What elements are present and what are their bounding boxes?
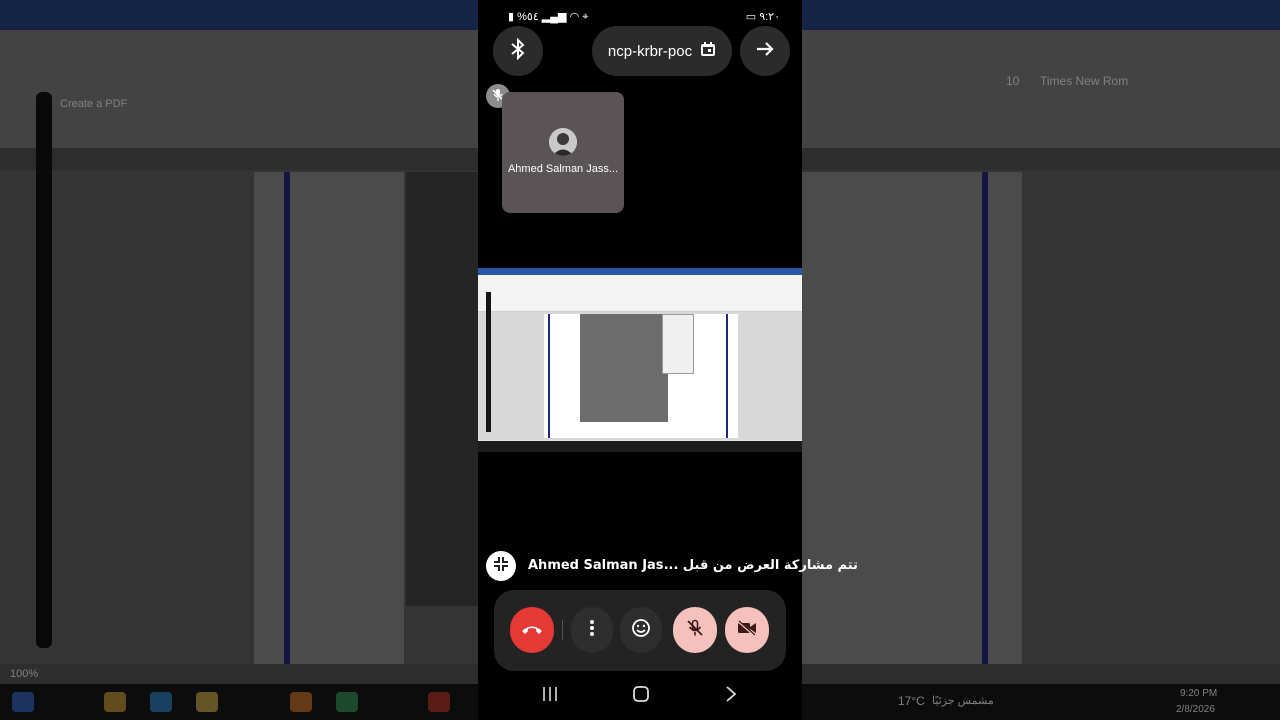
- share-banner: تتم مشاركة العرض من قبل ...Ahmed Salman …: [486, 551, 858, 581]
- signal-icon: ▂▄▆: [541, 11, 567, 23]
- exit-fullscreen-button[interactable]: [486, 551, 516, 581]
- recent-apps-icon: [541, 686, 559, 707]
- battery-percent: %٥٤: [517, 11, 539, 23]
- participant-name: Ahmed Salman Jass...: [507, 163, 619, 175]
- arrow-button[interactable]: [740, 26, 790, 76]
- android-nav-bar: [478, 680, 802, 712]
- shared-screen-view: [478, 268, 802, 452]
- call-controls-panel: [494, 590, 786, 671]
- back-button[interactable]: [716, 684, 746, 708]
- shared-page-border-left: [548, 314, 550, 438]
- avatar: [549, 128, 577, 156]
- phone-screen: ▮ %٥٤ ▂▄▆ ◠ ⌖ ▭ ٩:٢٠ ncp-krbr-poc Ahmed …: [478, 0, 858, 720]
- arrow-right-icon: [755, 39, 775, 63]
- shared-ribbon: [478, 275, 802, 312]
- shared-taskbar: [478, 441, 802, 452]
- home-icon: [632, 685, 650, 708]
- shared-sidebar: [486, 292, 491, 432]
- camera-status-icon: ▭: [745, 11, 757, 23]
- shared-diagram: [662, 314, 694, 374]
- end-call-button[interactable]: [510, 607, 554, 653]
- wifi-icon: ◠: [569, 11, 580, 23]
- phone-hangup-icon: [521, 621, 543, 640]
- mic-off-icon: [686, 619, 704, 641]
- camera-toggle-button[interactable]: [725, 607, 769, 653]
- recent-apps-button[interactable]: [535, 684, 565, 708]
- shared-page-border-right: [726, 314, 728, 438]
- controls-divider: [562, 620, 563, 640]
- home-button[interactable]: [626, 684, 656, 708]
- meeting-code: ncp-krbr-poc: [607, 42, 693, 60]
- status-right-group: ▭ ٩:٢٠: [746, 10, 780, 23]
- share-banner-text: تتم مشاركة العرض من قبل ...Ahmed Salman …: [528, 558, 858, 573]
- chevron-right-icon: [725, 685, 737, 708]
- status-bar: ▮ %٥٤ ▂▄▆ ◠ ⌖ ▭ ٩:٢٠: [478, 8, 802, 28]
- bluetooth-button[interactable]: [493, 26, 543, 76]
- shared-xray-image: [580, 314, 668, 422]
- status-time: ٩:٢٠: [759, 11, 780, 23]
- camera-off-icon: [737, 620, 757, 640]
- calendar-icon: [700, 41, 716, 61]
- participant-tile[interactable]: Ahmed Salman Jass...: [502, 92, 624, 213]
- exit-fullscreen-icon: [493, 556, 509, 576]
- emoji-icon: [631, 618, 651, 642]
- status-left-group: ▮ %٥٤ ▂▄▆ ◠ ⌖: [508, 10, 588, 24]
- emoji-reaction-button[interactable]: [620, 607, 662, 653]
- shared-title-bar: [478, 268, 802, 275]
- battery-icon: ▮: [508, 11, 515, 23]
- location-icon: ⌖: [582, 11, 589, 23]
- more-options-button[interactable]: [571, 607, 613, 653]
- more-vert-icon: [589, 620, 595, 640]
- meeting-info-button[interactable]: ncp-krbr-poc: [592, 26, 732, 76]
- microphone-toggle-button[interactable]: [673, 607, 717, 653]
- bluetooth-icon: [509, 37, 527, 64]
